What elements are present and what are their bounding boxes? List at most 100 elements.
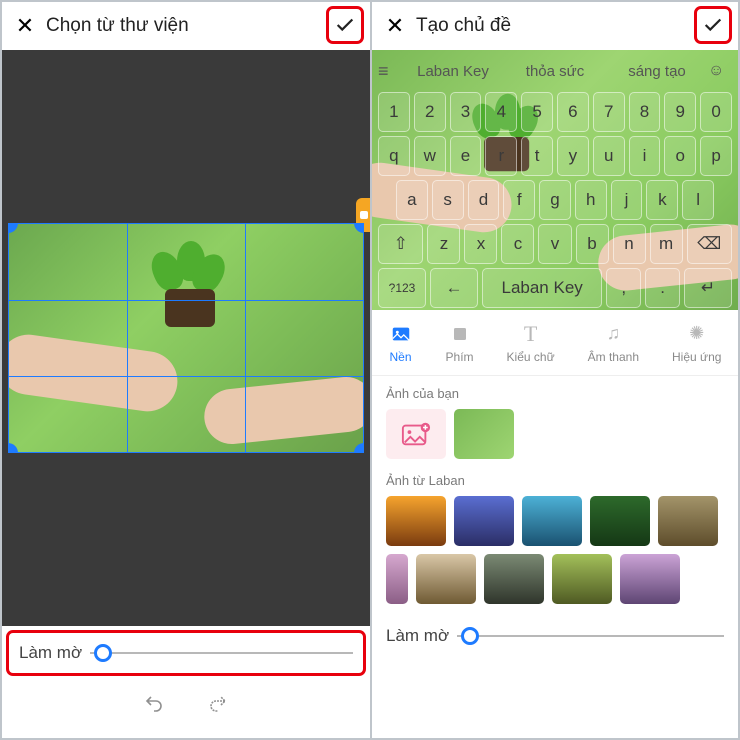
suggestion-word[interactable]: Laban Key: [402, 63, 504, 80]
slider-thumb[interactable]: [94, 644, 112, 662]
key-Laban Key[interactable]: Laban Key: [482, 268, 602, 308]
check-icon: [334, 14, 356, 36]
suggestion-word[interactable]: thỏa sức: [504, 63, 606, 80]
your-images-section: Ảnh của bạn: [372, 376, 738, 463]
laban-image-thumb[interactable]: [590, 496, 650, 546]
tab-effects[interactable]: ✺ Hiệu ứng: [672, 322, 721, 364]
key-g[interactable]: g: [539, 180, 571, 220]
laban-image-thumb[interactable]: [484, 554, 544, 604]
page-title: Chọn từ thư viện: [46, 15, 362, 37]
laban-image-thumb[interactable]: [416, 554, 476, 604]
page-title: Tạo chủ đề: [416, 15, 730, 37]
key-f[interactable]: f: [503, 180, 535, 220]
key-m[interactable]: m: [650, 224, 683, 264]
confirm-button[interactable]: [326, 6, 364, 44]
suggestion-word[interactable]: sáng tạo: [606, 63, 708, 80]
key-r[interactable]: r: [485, 136, 517, 176]
key-s[interactable]: s: [432, 180, 464, 220]
laban-image-thumb[interactable]: [620, 554, 680, 604]
laban-image-thumb[interactable]: [658, 496, 718, 546]
redo-icon[interactable]: [206, 691, 230, 715]
key-b[interactable]: b: [576, 224, 609, 264]
key-t[interactable]: t: [521, 136, 553, 176]
section-title: Ảnh của bạn: [386, 386, 724, 401]
key-.[interactable]: .: [645, 268, 680, 308]
key-i[interactable]: i: [629, 136, 661, 176]
laban-image-thumb[interactable]: [454, 496, 514, 546]
key-n[interactable]: n: [613, 224, 646, 264]
close-button[interactable]: ✕: [10, 13, 40, 39]
section-title: Ảnh từ Laban: [386, 473, 724, 488]
sparkle-icon: ✺: [685, 322, 709, 346]
key-h[interactable]: h: [575, 180, 607, 220]
key-y[interactable]: y: [557, 136, 589, 176]
square-icon: [448, 322, 472, 346]
laban-image-thumb[interactable]: [386, 554, 408, 604]
key-z[interactable]: z: [427, 224, 460, 264]
laban-image-thumb[interactable]: [386, 496, 446, 546]
key-p[interactable]: p: [700, 136, 732, 176]
key-7[interactable]: 7: [593, 92, 625, 132]
key-o[interactable]: o: [664, 136, 696, 176]
key-9[interactable]: 9: [664, 92, 696, 132]
tab-font[interactable]: T Kiểu chữ: [507, 322, 555, 364]
emoji-icon[interactable]: ☺: [708, 62, 732, 80]
blur-label: Làm mờ: [19, 643, 82, 663]
blur-slider[interactable]: [90, 652, 353, 654]
key-k[interactable]: k: [646, 180, 678, 220]
blur-slider-row: Làm mờ: [372, 608, 738, 664]
menu-icon[interactable]: ≡: [378, 61, 402, 82]
key-x[interactable]: x: [464, 224, 497, 264]
add-image-icon: [401, 421, 431, 447]
tab-label: Âm thanh: [588, 350, 639, 364]
image-icon: [389, 322, 413, 346]
key-6[interactable]: 6: [557, 92, 589, 132]
tab-label: Hiệu ứng: [672, 350, 721, 364]
key-,[interactable]: ,: [606, 268, 641, 308]
key-e[interactable]: e: [450, 136, 482, 176]
confirm-button[interactable]: [694, 6, 732, 44]
tab-background[interactable]: Nền: [389, 322, 413, 364]
key-1[interactable]: 1: [378, 92, 410, 132]
add-image-button[interactable]: [386, 409, 446, 459]
key-a[interactable]: a: [396, 180, 428, 220]
blur-slider-row: Làm mờ: [6, 630, 366, 676]
library-crop-pane: ✕ Chọn từ thư viện Làm mờ: [0, 0, 370, 740]
blur-slider[interactable]: [457, 635, 724, 637]
editor-tabs: Nền Phím T Kiểu chữ ♫ Âm thanh ✺ Hiệu ứn…: [372, 310, 738, 376]
laban-image-thumb[interactable]: [552, 554, 612, 604]
key-⌫[interactable]: ⌫: [687, 224, 732, 264]
key-?123[interactable]: ?123: [378, 268, 426, 308]
laban-image-thumb[interactable]: [522, 496, 582, 546]
blur-label: Làm mờ: [386, 626, 449, 646]
laban-images-section: Ảnh từ Laban: [372, 463, 738, 608]
key-q[interactable]: q: [378, 136, 410, 176]
key-8[interactable]: 8: [629, 92, 661, 132]
crop-canvas[interactable]: [2, 50, 370, 626]
key-0[interactable]: 0: [700, 92, 732, 132]
user-image-thumb[interactable]: [454, 409, 514, 459]
key-⇧[interactable]: ⇧: [378, 224, 423, 264]
undo-icon[interactable]: [142, 691, 166, 715]
key-↵[interactable]: ↵: [684, 268, 732, 308]
key-3[interactable]: 3: [450, 92, 482, 132]
key-u[interactable]: u: [593, 136, 625, 176]
tab-keys[interactable]: Phím: [446, 322, 474, 364]
key-c[interactable]: c: [501, 224, 534, 264]
key-v[interactable]: v: [538, 224, 571, 264]
slider-thumb[interactable]: [461, 627, 479, 645]
key-5[interactable]: 5: [521, 92, 553, 132]
key-j[interactable]: j: [611, 180, 643, 220]
key-w[interactable]: w: [414, 136, 446, 176]
key-←[interactable]: ←: [430, 268, 478, 308]
key-4[interactable]: 4: [485, 92, 517, 132]
key-d[interactable]: d: [468, 180, 500, 220]
left-topbar: ✕ Chọn từ thư viện: [2, 2, 370, 50]
tab-sound[interactable]: ♫ Âm thanh: [588, 322, 639, 364]
undo-redo-row: [2, 676, 370, 730]
crop-image[interactable]: [8, 223, 364, 453]
tab-label: Phím: [446, 350, 474, 364]
key-2[interactable]: 2: [414, 92, 446, 132]
close-button[interactable]: ✕: [380, 13, 410, 39]
key-l[interactable]: l: [682, 180, 714, 220]
